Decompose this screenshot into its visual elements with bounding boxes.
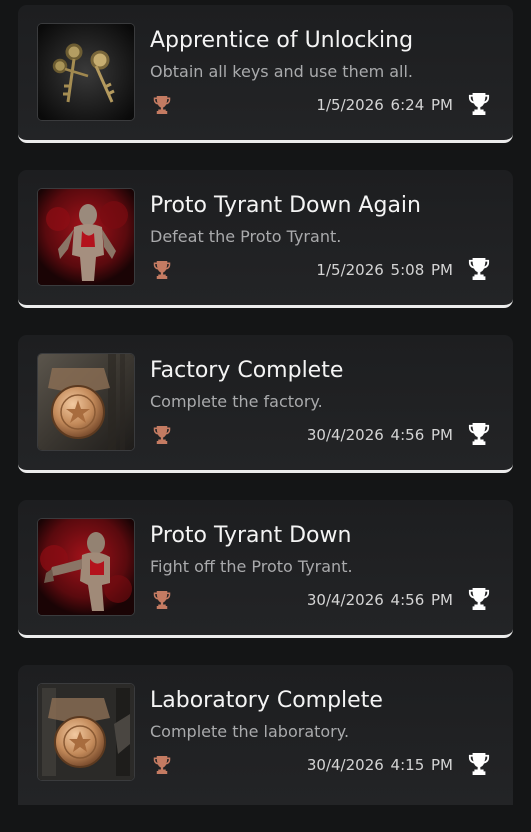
stars-badge-icon	[38, 354, 134, 450]
trophy-card[interactable]: Proto Tyrant Down Fight off the Proto Ty…	[18, 500, 513, 638]
trophy-description: Obtain all keys and use them all.	[150, 62, 414, 81]
trophy-card[interactable]: Proto Tyrant Down Again Defeat the Proto…	[18, 170, 513, 308]
earned-trophy-icon	[468, 587, 490, 611]
trophy-card[interactable]: Apprentice of Unlocking Obtain all keys …	[18, 5, 513, 143]
trophy-description: Complete the factory.	[150, 392, 323, 411]
trophy-card[interactable]: Factory Complete Complete the factory. 3…	[18, 335, 513, 473]
tyrant-icon	[38, 189, 134, 285]
tyrant-icon	[38, 519, 134, 615]
earned-date: 1/5/2026 5:08 PM	[316, 261, 453, 279]
earned-trophy-icon	[468, 92, 490, 116]
trophy-image	[38, 24, 134, 120]
earned-date: 30/4/2026 4:15 PM	[306, 756, 453, 774]
earned-trophy-icon	[468, 752, 490, 776]
keys-icon	[38, 24, 134, 120]
trophy-card[interactable]: Laboratory Complete Complete the laborat…	[18, 665, 513, 805]
trophy-title: Proto Tyrant Down Again	[150, 193, 421, 218]
earned-trophy-icon	[468, 257, 490, 281]
bronze-trophy-icon	[153, 589, 171, 611]
bronze-trophy-icon	[153, 424, 171, 446]
earned-trophy-icon	[468, 422, 490, 446]
trophy-description: Defeat the Proto Tyrant.	[150, 227, 342, 246]
bronze-trophy-icon	[153, 754, 171, 776]
trophy-description: Fight off the Proto Tyrant.	[150, 557, 353, 576]
trophy-title: Factory Complete	[150, 358, 344, 383]
bronze-trophy-icon	[153, 94, 171, 116]
trophy-image	[38, 684, 134, 780]
trophy-list: Apprentice of Unlocking Obtain all keys …	[18, 5, 513, 832]
earned-date: 30/4/2026 4:56 PM	[306, 591, 453, 609]
trophy-image	[38, 189, 134, 285]
stars-badge-icon	[38, 684, 134, 780]
bronze-trophy-icon	[153, 259, 171, 281]
earned-date: 1/5/2026 6:24 PM	[316, 96, 453, 114]
trophy-description: Complete the laboratory.	[150, 722, 350, 741]
trophy-image	[38, 519, 134, 615]
trophy-title: Proto Tyrant Down	[150, 523, 352, 548]
trophy-title: Laboratory Complete	[150, 688, 383, 713]
earned-date: 30/4/2026 4:56 PM	[306, 426, 453, 444]
trophy-image	[38, 354, 134, 450]
trophy-title: Apprentice of Unlocking	[150, 28, 414, 53]
